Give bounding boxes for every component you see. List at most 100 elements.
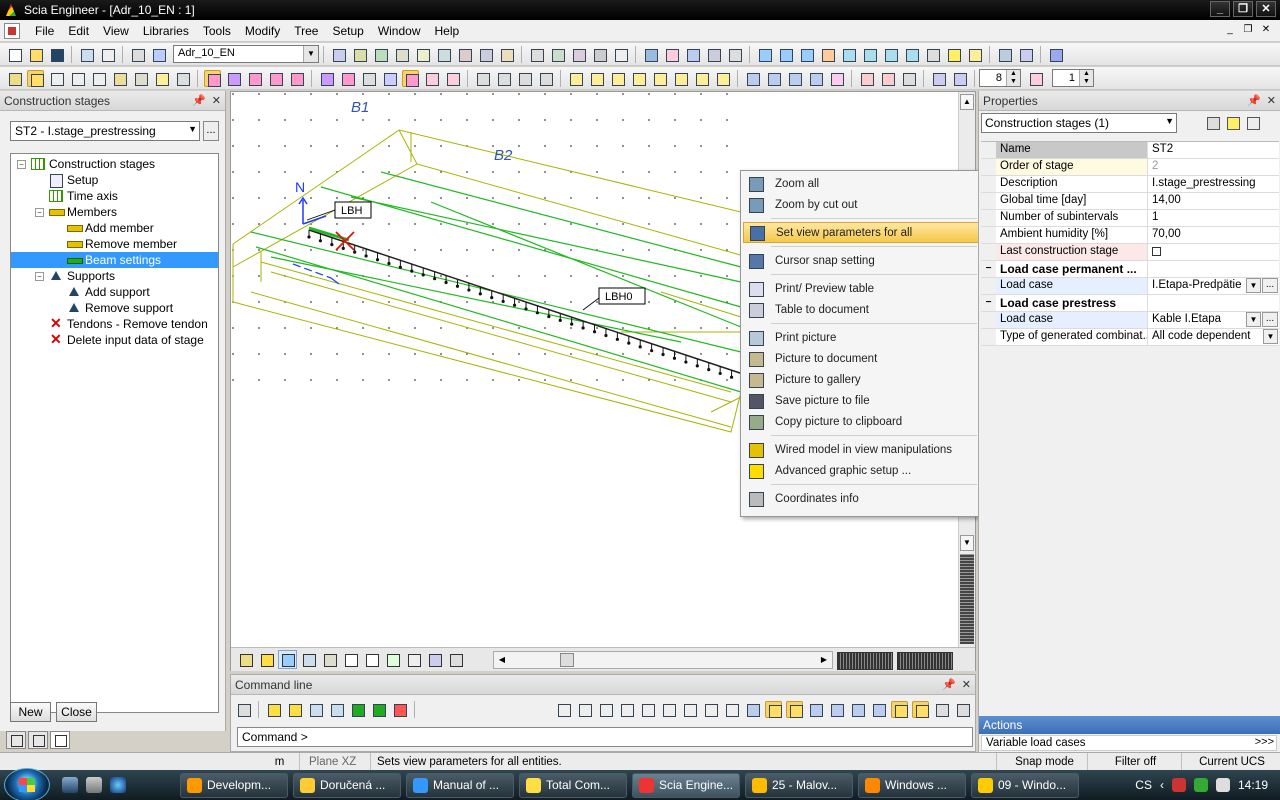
- context-menu-item[interactable]: Print picture: [743, 327, 979, 348]
- taskbar-button[interactable]: 09 - Windo...: [971, 773, 1079, 798]
- stage-icon[interactable]: [402, 69, 419, 87]
- cross-section-icon[interactable]: [372, 46, 389, 63]
- edit-icon[interactable]: [1245, 115, 1261, 131]
- beam2-cmd-icon[interactable]: [370, 701, 387, 718]
- disabled-icon[interactable]: [555, 701, 572, 718]
- disabled-icon[interactable]: [618, 701, 635, 718]
- mdi-minimize-button[interactable]: _: [1222, 23, 1238, 37]
- context-menu-item[interactable]: Wired model in view manipulations: [743, 439, 979, 460]
- chevron-down-icon[interactable]: ▼: [303, 46, 318, 62]
- menu-setup[interactable]: Setup: [325, 22, 370, 40]
- hinge-icon[interactable]: [267, 70, 284, 87]
- material-icon[interactable]: [393, 46, 410, 63]
- tray-expand-icon[interactable]: ‹: [1160, 778, 1164, 792]
- scale-spinner[interactable]: 1 ▲ ▼: [1052, 69, 1094, 87]
- column2-icon[interactable]: [588, 70, 605, 87]
- property-row[interactable]: Description I.stage_prestressing: [981, 176, 1279, 193]
- show-desktop-icon[interactable]: [62, 777, 78, 793]
- new-button[interactable]: New: [10, 702, 51, 722]
- zoom-all-icon[interactable]: [903, 46, 920, 63]
- structure-icon[interactable]: [330, 46, 347, 63]
- property-value[interactable]: 2: [1148, 159, 1279, 175]
- connect-icon[interactable]: [879, 70, 896, 87]
- property-gutter[interactable]: −: [981, 295, 996, 311]
- taskbar-button[interactable]: Windows ...: [858, 773, 966, 798]
- disabled-icon[interactable]: [660, 701, 677, 718]
- spin-arrows-icon[interactable]: ▲ ▼: [1079, 70, 1093, 86]
- disabled-icon[interactable]: [360, 70, 377, 87]
- active-member-icon[interactable]: [27, 69, 44, 87]
- scroll-up-icon[interactable]: ▲: [960, 94, 974, 110]
- menu-view[interactable]: View: [96, 22, 136, 40]
- light-icon[interactable]: [966, 46, 983, 63]
- properties-icon[interactable]: [129, 46, 146, 63]
- tree-item[interactable]: Add member: [11, 220, 218, 236]
- menu-tools[interactable]: Tools: [196, 22, 238, 40]
- context-menu-item[interactable]: Coordinates info: [743, 488, 979, 509]
- column5-icon[interactable]: [651, 70, 668, 87]
- panel-icon[interactable]: [111, 70, 128, 87]
- mesh-icon[interactable]: [383, 650, 402, 669]
- join-icon[interactable]: [807, 70, 824, 87]
- maximize-button[interactable]: ❐: [1233, 1, 1253, 17]
- split-icon[interactable]: [786, 70, 803, 87]
- open-folder-icon[interactable]: [27, 46, 44, 63]
- display-icon[interactable]: [1017, 46, 1034, 63]
- context-menu-item[interactable]: Zoom all: [743, 173, 979, 194]
- context-menu-item[interactable]: Set view parameters for all: [743, 222, 979, 243]
- close-stage-button[interactable]: Close: [56, 702, 97, 722]
- scroll-down-icon[interactable]: ▼: [960, 535, 974, 551]
- mini-view-2[interactable]: [897, 652, 953, 670]
- scia-app-icon[interactable]: [4, 3, 18, 17]
- spin-arrows-icon[interactable]: ▲ ▼: [1006, 70, 1020, 86]
- tree-item[interactable]: Setup: [11, 172, 218, 188]
- tree-item[interactable]: Remove member: [11, 236, 218, 252]
- snap-end-icon[interactable]: [786, 700, 803, 718]
- property-row[interactable]: − Load case prestress: [981, 295, 1279, 312]
- tree-item[interactable]: Add support: [11, 284, 218, 300]
- menu-help[interactable]: Help: [428, 22, 467, 40]
- subsoil-icon[interactable]: [381, 70, 398, 87]
- info-icon[interactable]: [726, 46, 743, 63]
- snap-grid-icon[interactable]: [765, 700, 782, 718]
- window-layout-icon[interactable]: [1047, 46, 1064, 63]
- context-menu-item[interactable]: Picture to gallery: [743, 369, 979, 390]
- column4-icon[interactable]: [630, 70, 647, 87]
- table-icon[interactable]: [477, 46, 494, 63]
- taskbar-button[interactable]: Scia Engine...: [632, 773, 740, 798]
- snap-mid-icon[interactable]: [807, 701, 824, 718]
- disabled-icon[interactable]: [495, 70, 512, 87]
- context-menu-item[interactable]: Save picture to file: [743, 390, 979, 411]
- disabled-icon[interactable]: [639, 701, 656, 718]
- pin-icon[interactable]: 📌: [1247, 94, 1261, 107]
- filter-icon[interactable]: [1225, 115, 1241, 131]
- beam-icon[interactable]: [204, 69, 221, 87]
- node-icon[interactable]: [225, 70, 242, 87]
- view-settings-icon[interactable]: [996, 46, 1013, 63]
- property-value[interactable]: [1148, 244, 1279, 260]
- align-icon[interactable]: [744, 70, 761, 87]
- disabled-icon[interactable]: [48, 70, 65, 87]
- help-icon[interactable]: [150, 46, 167, 63]
- scroll-thumb[interactable]: [960, 554, 974, 644]
- more-button[interactable]: ...: [1262, 312, 1278, 327]
- zoom-window-icon[interactable]: [882, 46, 899, 63]
- grid-icon[interactable]: [456, 46, 473, 63]
- context-menu-item[interactable]: Table to document: [743, 299, 979, 320]
- rotate-icon[interactable]: [444, 70, 461, 87]
- mdi-close-button[interactable]: ✕: [1258, 23, 1274, 37]
- mini-view-1[interactable]: [837, 652, 893, 670]
- snap-perp-icon[interactable]: [849, 701, 866, 718]
- slab-icon[interactable]: [132, 70, 149, 87]
- view-options-icon[interactable]: [446, 650, 465, 669]
- column-icon[interactable]: [567, 70, 584, 87]
- axis-icon[interactable]: [819, 46, 836, 63]
- select-filter-icon[interactable]: [1205, 115, 1221, 131]
- project-combo[interactable]: Adr_10_EN ▼: [173, 45, 319, 63]
- scroll-left-icon[interactable]: ◀: [495, 653, 509, 667]
- actions-go-button[interactable]: >>>: [1255, 736, 1274, 748]
- chevron-down-icon[interactable]: ▼: [188, 124, 197, 134]
- tree-item[interactable]: Tendons - Remove tendon: [11, 315, 218, 332]
- pan-icon[interactable]: [924, 46, 941, 63]
- support-icon[interactable]: [246, 70, 263, 87]
